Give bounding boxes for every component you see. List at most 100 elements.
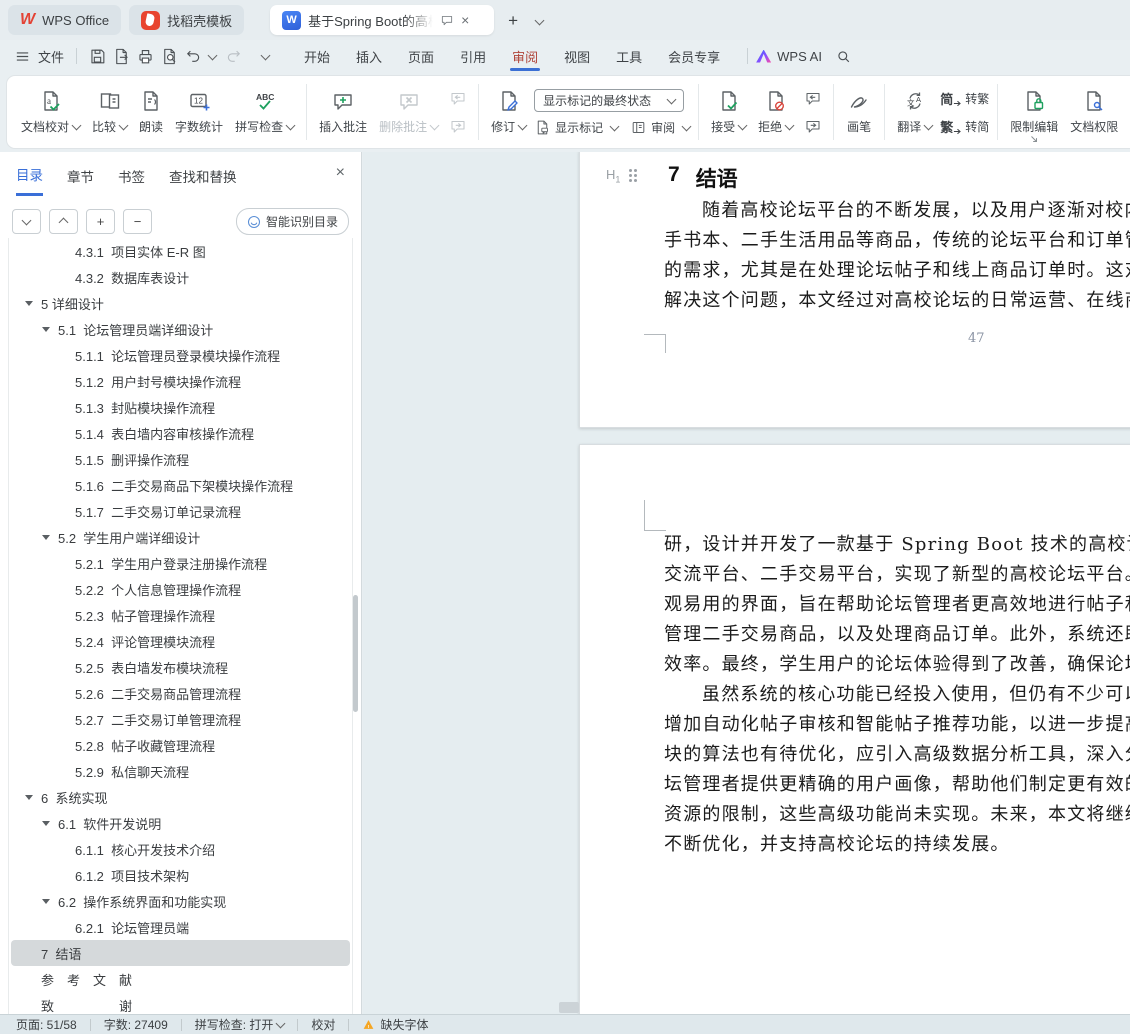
read-aloud-button[interactable]: 朗读 <box>133 81 169 143</box>
translate-button[interactable]: A文 翻译 <box>891 81 938 143</box>
show-markup-button[interactable]: 显示标记 <box>534 119 620 136</box>
toc-item[interactable]: 7 结语 <box>11 940 350 966</box>
toc-item[interactable]: 6.1.1 核心开发技术介绍 <box>11 836 350 862</box>
tab-wps-office[interactable]: W WPS Office <box>8 5 122 35</box>
toc-collapse-up-button[interactable] <box>49 209 78 234</box>
next-comment-icon[interactable] <box>446 114 470 138</box>
toc-item[interactable]: 4.3.2 数据库表设计 <box>11 264 350 290</box>
toc-item[interactable]: 5.2.5 表白墙发布模块流程 <box>11 654 350 680</box>
toc-item[interactable]: 5.2.9 私信聊天流程 <box>11 758 350 784</box>
toolbar-dropdown-icon[interactable] <box>260 50 271 60</box>
tab-comment-icon[interactable] <box>440 13 454 27</box>
toc-zoom-out-button[interactable]: − <box>123 209 152 234</box>
toc-item[interactable]: 5.1.1 论坛管理员登录模块操作流程 <box>11 342 350 368</box>
menu-tab[interactable]: 插入 <box>350 41 388 71</box>
toc-item[interactable]: 6.2.1 论坛管理员端 <box>11 914 350 940</box>
next-change-icon[interactable] <box>801 114 825 138</box>
toc-item[interactable]: 5.2 学生用户端详细设计 <box>11 524 350 550</box>
drag-handle-icon[interactable] <box>629 169 638 183</box>
page-indicator[interactable]: 页面: 51/58 <box>16 1016 77 1033</box>
toc-item[interactable]: 5.1.6 二手交易商品下架模块操作流程 <box>11 472 350 498</box>
toc-collapse-arrow[interactable] <box>25 301 33 306</box>
document-text-line[interactable]: 的需求，尤其是在处理论坛帖子和线上商品订单时。这对运营效率 <box>664 256 1130 286</box>
to-traditional-button[interactable]: 简 转繁 <box>940 89 989 108</box>
print-preview-icon[interactable] <box>157 44 181 68</box>
tab-list-dropdown-icon[interactable] <box>532 12 545 29</box>
spell-check-button[interactable]: ABC 拼写检查 <box>229 81 300 143</box>
document-page-48[interactable]: 研，设计并开发了一款基于 Spring Boot 技术的高校论坛交流系统交流平台… <box>579 444 1130 1014</box>
toc-expand-down-button[interactable] <box>12 209 41 234</box>
toc-zoom-in-button[interactable]: + <box>86 209 115 234</box>
compare-button[interactable]: 比较 <box>86 81 133 143</box>
toc-item[interactable]: 5.2.3 帖子管理操作流程 <box>11 602 350 628</box>
toc-item[interactable]: 6.1 软件开发说明 <box>11 810 350 836</box>
document-text-line[interactable]: 效率。最终，学生用户的论坛体验得到了改善，确保论坛成为一个 <box>664 650 1130 680</box>
toc-item[interactable]: 5.2.6 二手交易商品管理流程 <box>11 680 350 706</box>
page1-paragraph[interactable]: 随着高校论坛平台的不断发展，以及用户逐渐对校内二手商品手书本、二手生活用品等商品… <box>664 196 1130 316</box>
tab-docer-templates[interactable]: 找稻壳模板 <box>129 5 245 35</box>
document-text-line[interactable]: 块的算法也有待优化，应引入高级数据分析工具，深入分析用户行 <box>664 740 1130 770</box>
toc-item[interactable]: 5.1 论坛管理员端详细设计 <box>11 316 350 342</box>
menu-tab[interactable]: 引用 <box>454 41 492 71</box>
toc-item[interactable]: 5.1.7 二手交易订单记录流程 <box>11 498 350 524</box>
document-text-line[interactable]: 随着高校论坛平台的不断发展，以及用户逐渐对校内二手商品 <box>664 196 1130 226</box>
sidebar-scrollbar[interactable] <box>353 595 358 712</box>
document-page-47[interactable]: H1 7结语 随着高校论坛平台的不断发展，以及用户逐渐对校内二手商品手书本、二手… <box>579 152 1130 428</box>
track-changes-button[interactable]: 修订 <box>485 81 532 143</box>
smart-toc-button[interactable]: 智能识别目录 <box>235 208 349 235</box>
document-text-line[interactable]: 增加自动化帖子审核和智能帖子推荐功能，以进一步提高运营效率 <box>664 710 1130 740</box>
menu-tab[interactable]: 视图 <box>558 41 596 71</box>
group-expand-icon[interactable] <box>1029 134 1039 144</box>
toc-item[interactable]: 5.2.7 二手交易订单管理流程 <box>11 706 350 732</box>
toc-item[interactable]: 参 考 文 献 <box>11 966 350 992</box>
proofread-button[interactable]: 校对 <box>311 1016 335 1033</box>
document-permission-button[interactable]: 文档权限 <box>1064 81 1124 143</box>
menu-tab[interactable]: 会员专享 <box>662 41 726 71</box>
h1-marker[interactable]: H1 <box>606 167 638 185</box>
previous-comment-icon[interactable] <box>446 86 470 110</box>
accept-change-button[interactable]: 接受 <box>705 81 752 143</box>
sidebar-tab[interactable]: 查找和替换 <box>169 166 237 195</box>
tab-document[interactable]: W 基于Spring Boot的高校论坛交流 × <box>270 5 495 35</box>
toc-item[interactable]: 5.1.2 用户封号模块操作流程 <box>11 368 350 394</box>
review-pane-button[interactable]: 审阅 <box>630 119 692 136</box>
file-menu[interactable]: 文件 <box>38 47 64 66</box>
menu-tab[interactable]: 审阅 <box>506 41 544 71</box>
redo-icon[interactable] <box>222 44 246 68</box>
toc-item[interactable]: 5.1.4 表白墙内容审核操作流程 <box>11 420 350 446</box>
document-proof-button[interactable]: a 文档校对 <box>15 81 86 143</box>
sidebar-tab[interactable]: 章节 <box>67 166 94 195</box>
document-text-line[interactable]: 研，设计并开发了一款基于 Spring Boot 技术的高校论坛交流系统 <box>664 530 1130 560</box>
menu-tab[interactable]: 工具 <box>610 41 648 71</box>
toc-item[interactable]: 6.1.2 项目技术架构 <box>11 862 350 888</box>
menu-tab[interactable]: 页面 <box>402 41 440 71</box>
toc-collapse-arrow[interactable] <box>42 535 50 540</box>
toc-collapse-arrow[interactable] <box>25 795 33 800</box>
reject-change-button[interactable]: 拒绝 <box>752 81 799 143</box>
toc-item[interactable]: 5.2.8 帖子收藏管理流程 <box>11 732 350 758</box>
toc-item[interactable]: 5.1.3 封贴模块操作流程 <box>11 394 350 420</box>
close-sidebar-icon[interactable]: × <box>336 164 345 188</box>
toc-item[interactable]: 致 谢 <box>11 992 350 1014</box>
document-text-line[interactable]: 资源的限制，这些高级功能尚未实现。未来，本文将继续研发这些 <box>664 800 1130 830</box>
undo-icon[interactable] <box>181 44 205 68</box>
print-icon[interactable] <box>133 44 157 68</box>
toc-item[interactable]: 5.2.2 个人信息管理操作流程 <box>11 576 350 602</box>
toc-item[interactable]: 5.2.4 评论管理模块流程 <box>11 628 350 654</box>
document-text-line[interactable]: 手书本、二手生活用品等商品，传统的论坛平台和订单管理方式已 <box>664 226 1130 256</box>
document-text-line[interactable]: 虽然系统的核心功能已经投入使用，但仍有不少可以改进的空 <box>664 680 1130 710</box>
insert-comment-button[interactable]: 插入批注 <box>313 81 373 143</box>
new-tab-icon[interactable]: + <box>508 12 518 29</box>
horizontal-scrollbar[interactable] <box>559 1002 579 1013</box>
document-text-line[interactable]: 坛管理者提供更精确的用户画像，帮助他们制定更有效的运营策略 <box>664 770 1130 800</box>
previous-change-icon[interactable] <box>801 86 825 110</box>
menu-tab[interactable]: 开始 <box>298 41 336 71</box>
missing-font-warning[interactable]: ! 缺失字体 <box>362 1016 428 1033</box>
sidebar-tab[interactable]: 书签 <box>118 166 145 195</box>
export-icon[interactable] <box>109 44 133 68</box>
markup-state-select[interactable]: 显示标记的最终状态 <box>534 88 685 112</box>
toc-item[interactable]: 4.3.1 项目实体 E-R 图 <box>11 238 350 264</box>
toc-collapse-arrow[interactable] <box>42 899 50 904</box>
spell-check-indicator[interactable]: 拼写检查: 打开 <box>195 1016 286 1033</box>
save-icon[interactable] <box>85 44 109 68</box>
